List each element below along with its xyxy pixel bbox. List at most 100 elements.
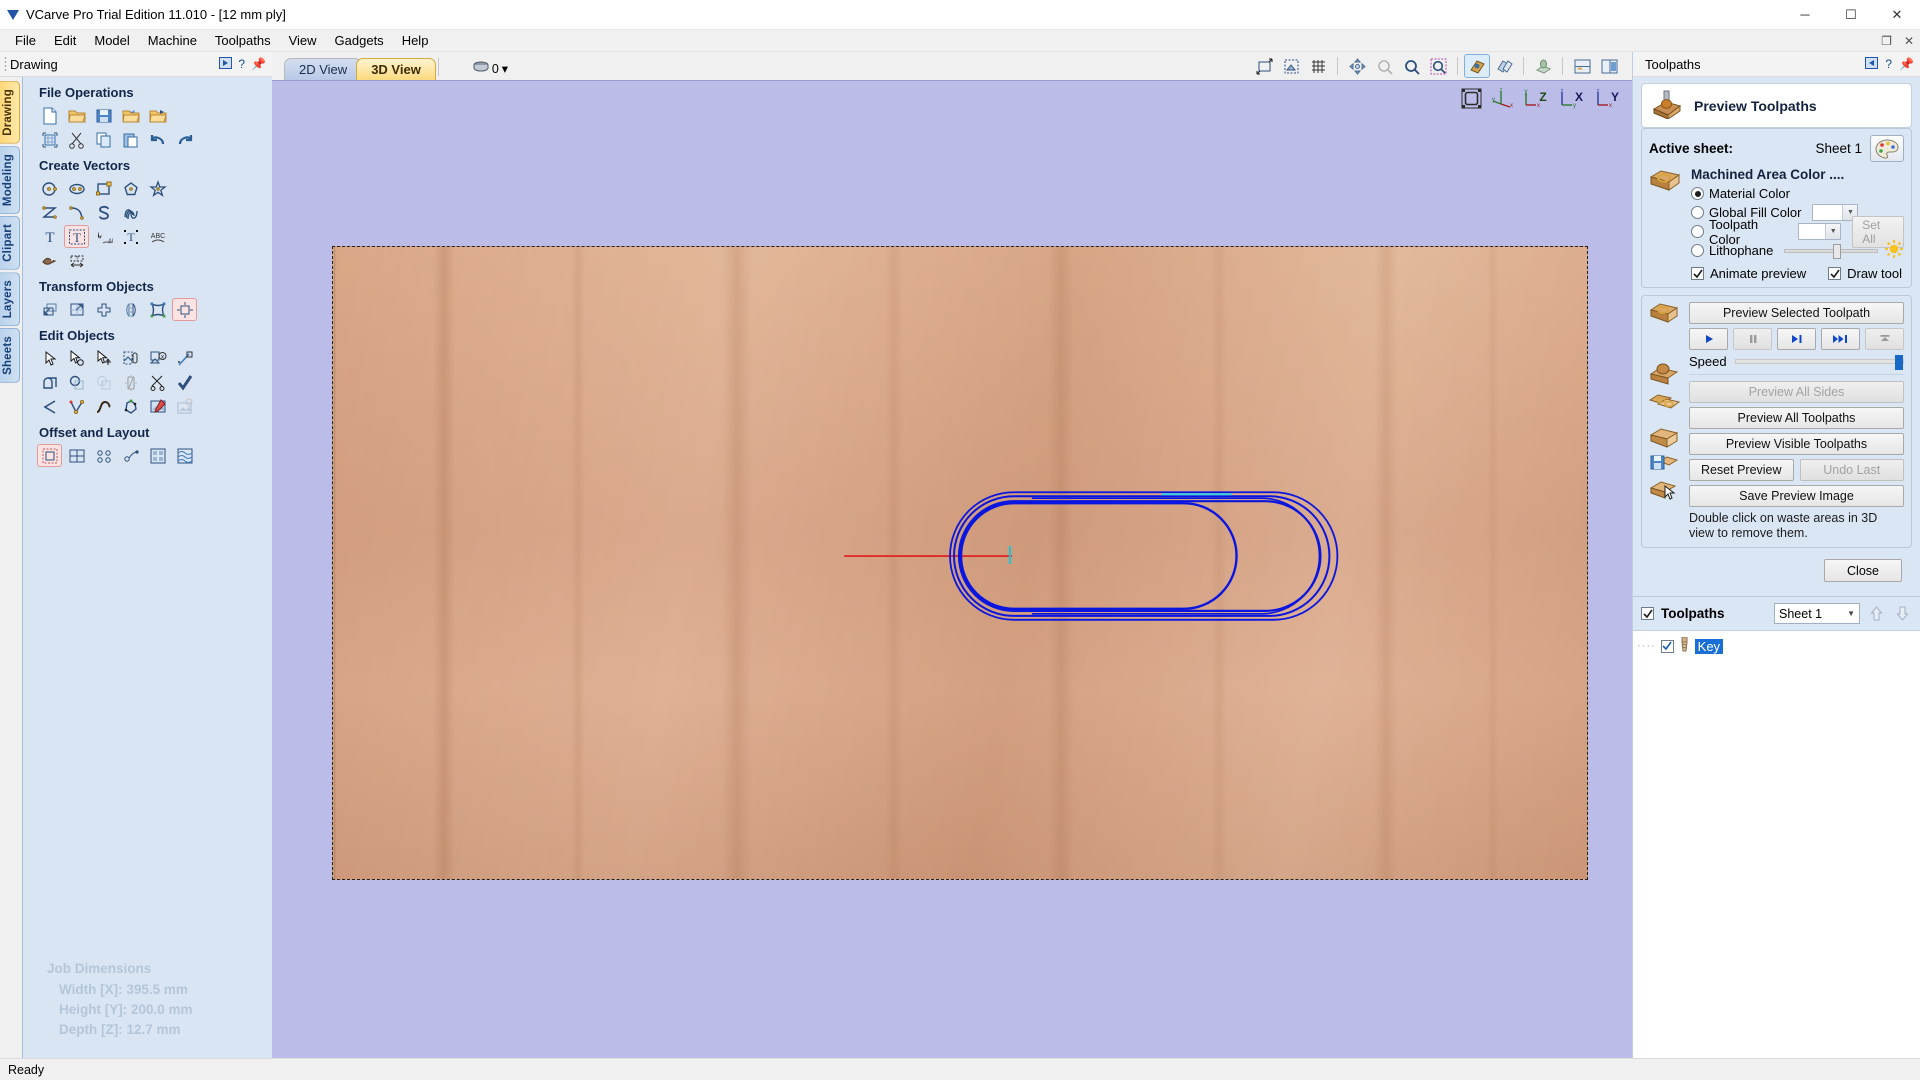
open-file-icon[interactable]	[64, 104, 89, 127]
measure-icon[interactable]	[172, 347, 197, 370]
step-button[interactable]	[1777, 328, 1816, 350]
draw-weave-icon[interactable]	[118, 201, 143, 224]
skip-to-end-button[interactable]	[1865, 328, 1904, 350]
draw-ellipse-icon[interactable]	[64, 177, 89, 200]
rotate-icon[interactable]	[91, 298, 116, 321]
close-button[interactable]: ✕	[1874, 0, 1920, 30]
radio-button[interactable]	[1691, 225, 1704, 238]
scale-icon[interactable]	[64, 298, 89, 321]
panel-pin-icon[interactable]: 📌	[251, 57, 266, 71]
palette-button[interactable]	[1870, 135, 1904, 162]
dimension-icon[interactable]: ?	[64, 249, 89, 272]
top-z-view-icon[interactable]: yxZ	[1522, 88, 1550, 112]
lighting-icon[interactable]	[1530, 54, 1556, 78]
move-nodes-icon[interactable]	[91, 347, 116, 370]
draw-curve-icon[interactable]	[64, 201, 89, 224]
draw-polygon-icon[interactable]	[118, 177, 143, 200]
draw-spiral-icon[interactable]	[91, 201, 116, 224]
speed-slider[interactable]	[1734, 355, 1904, 370]
move-toolpath-down-button[interactable]	[1893, 603, 1912, 624]
join-vectors-icon[interactable]	[118, 347, 143, 370]
save-file-icon[interactable]	[91, 104, 116, 127]
play-button[interactable]	[1689, 328, 1728, 350]
preview-selected-toolpath-button[interactable]: Preview Selected Toolpath	[1689, 302, 1904, 324]
trim-tool-icon[interactable]	[145, 371, 170, 394]
material-block[interactable]	[332, 246, 1588, 880]
nesting-icon[interactable]	[145, 444, 170, 467]
document-restore-button[interactable]: ❐	[1875, 34, 1898, 48]
tab-3d-view[interactable]: 3D View	[356, 58, 436, 80]
chevron-down-icon[interactable]: ▾	[502, 61, 508, 76]
panel-pin-icon[interactable]: 📌	[1899, 57, 1914, 71]
nest-icon[interactable]	[118, 395, 143, 418]
toolpaths-visibility-checkbox[interactable]	[1641, 607, 1654, 620]
two-view-split-icon[interactable]	[1569, 54, 1595, 78]
move-toolpath-up-button[interactable]	[1867, 603, 1886, 624]
check-geometry-icon[interactable]	[172, 371, 197, 394]
redo-icon[interactable]	[172, 128, 197, 151]
node-tools-icon[interactable]	[64, 395, 89, 418]
smooth-icon[interactable]	[91, 395, 116, 418]
show-toolpaths-icon[interactable]	[1491, 54, 1517, 78]
shade-model-icon[interactable]	[1464, 54, 1490, 78]
distort-icon[interactable]	[145, 298, 170, 321]
zoom-out-icon[interactable]	[1371, 54, 1397, 78]
curve-fit-icon[interactable]	[37, 395, 62, 418]
offset-icon[interactable]	[37, 444, 62, 467]
panel-help-icon[interactable]: ?	[238, 57, 245, 71]
menu-model[interactable]: Model	[85, 31, 138, 50]
fast-forward-button[interactable]	[1821, 328, 1860, 350]
panel-dock-icon[interactable]	[219, 56, 233, 72]
close-panel-button[interactable]: Close	[1824, 559, 1902, 582]
edit-bitmap-icon[interactable]	[145, 395, 170, 418]
crop-bitmap-icon[interactable]	[172, 395, 197, 418]
create-text-icon[interactable]: T	[37, 225, 62, 248]
3d-view-canvas[interactable]: zyx yxZ zyX zxY	[272, 80, 1632, 1058]
brightness-icon[interactable]	[1884, 239, 1904, 262]
copy-icon[interactable]	[91, 128, 116, 151]
open-recent-icon[interactable]	[118, 104, 143, 127]
edit-text-icon[interactable]: T	[64, 225, 89, 248]
undo-last-button[interactable]: Undo Last	[1799, 459, 1904, 481]
sheet-selector[interactable]: 0 ▾	[473, 60, 508, 80]
panel-help-icon[interactable]: ?	[1885, 57, 1892, 71]
zoom-to-fit-icon[interactable]	[1251, 54, 1277, 78]
job-setup-icon[interactable]	[37, 128, 62, 151]
zoom-box-icon[interactable]	[1425, 54, 1451, 78]
array-copy-icon[interactable]	[64, 444, 89, 467]
chevron-down-icon[interactable]: ▼	[1847, 609, 1855, 618]
panel-dock-icon[interactable]	[1865, 56, 1879, 72]
radio-button[interactable]	[1691, 187, 1704, 200]
text-on-curve-icon[interactable]: AB	[91, 225, 116, 248]
radio-button[interactable]	[1691, 206, 1704, 219]
isometric-view-icon[interactable]	[1461, 88, 1482, 112]
subtract-icon[interactable]	[64, 371, 89, 394]
menu-edit[interactable]: Edit	[45, 31, 85, 50]
pan-icon[interactable]	[1344, 54, 1370, 78]
auto-layout-text-icon[interactable]: T	[118, 225, 143, 248]
block-copy-icon[interactable]	[91, 444, 116, 467]
mirror-icon[interactable]	[118, 298, 143, 321]
move-icon[interactable]	[37, 298, 62, 321]
radio-material-color[interactable]: Material Color	[1691, 184, 1904, 203]
draw-tool-checkbox[interactable]	[1828, 267, 1842, 280]
undo-icon[interactable]	[145, 128, 170, 151]
sidebar-tab-sheets[interactable]: Sheets	[0, 327, 20, 383]
menu-file[interactable]: File	[6, 31, 45, 50]
tab-2d-view[interactable]: 2D View	[284, 58, 363, 80]
sidebar-tab-layers[interactable]: Layers	[0, 271, 20, 326]
reset-preview-button[interactable]: Reset Preview	[1689, 459, 1794, 481]
panel-grip-icon[interactable]	[4, 56, 7, 72]
preview-all-sides-button[interactable]: Preview All Sides	[1689, 381, 1904, 403]
list-item[interactable]: ···· Key	[1637, 636, 1916, 655]
paste-icon[interactable]	[118, 128, 143, 151]
preview-all-toolpaths-button[interactable]: Preview All Toolpaths	[1689, 407, 1904, 429]
preview-visible-toolpaths-button[interactable]: Preview Visible Toolpaths	[1689, 433, 1904, 455]
texture-icon[interactable]	[172, 444, 197, 467]
fillet-icon[interactable]	[118, 371, 143, 394]
toolpath-item-name[interactable]: Key	[1694, 638, 1724, 654]
node-edit-icon[interactable]	[64, 347, 89, 370]
close-vector-icon[interactable]: x	[145, 347, 170, 370]
front-x-view-icon[interactable]: zyX	[1558, 88, 1586, 112]
maximize-button[interactable]: ☐	[1828, 0, 1874, 30]
